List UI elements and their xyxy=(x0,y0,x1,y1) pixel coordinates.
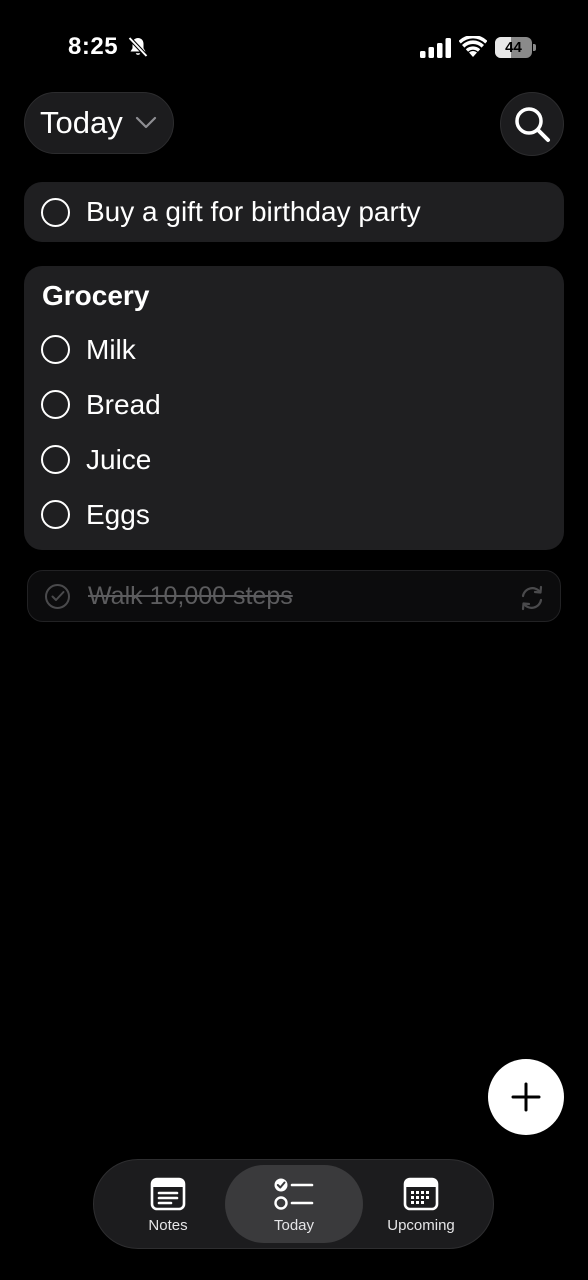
battery-body: 44 xyxy=(495,37,532,58)
task-checkbox[interactable] xyxy=(41,500,70,529)
plus-icon xyxy=(511,1082,541,1112)
status-bar: 8:25 44 xyxy=(0,0,588,92)
list-item[interactable]: Eggs xyxy=(24,487,564,542)
add-task-button[interactable] xyxy=(488,1059,564,1135)
task-text: Milk xyxy=(86,333,136,365)
list-item[interactable]: Bread xyxy=(24,377,564,432)
task-row[interactable]: Buy a gift for birthday party xyxy=(24,182,564,242)
tab-notes-label: Notes xyxy=(148,1217,188,1234)
task-group-card: Grocery Milk Bread Juice Eggs xyxy=(24,266,564,550)
task-checkbox[interactable] xyxy=(41,390,70,419)
tab-upcoming[interactable]: Upcoming xyxy=(366,1165,476,1243)
battery-level: 44 xyxy=(505,39,522,56)
task-checkbox[interactable] xyxy=(41,335,70,364)
cellular-signal-icon xyxy=(420,38,451,58)
tab-upcoming-label: Upcoming xyxy=(387,1217,455,1234)
list-item[interactable]: Juice xyxy=(24,432,564,487)
tab-today-label: Today xyxy=(273,1217,315,1234)
chevron-down-icon xyxy=(135,116,156,129)
task-text: Eggs xyxy=(86,498,150,530)
checklist-icon xyxy=(274,1178,314,1210)
calendar-icon xyxy=(403,1177,439,1211)
repeat-icon xyxy=(521,585,543,611)
checkmark-icon xyxy=(51,591,64,601)
task-text: Buy a gift for birthday party xyxy=(86,196,421,227)
task-checkbox[interactable] xyxy=(41,445,70,474)
task-text: Bread xyxy=(86,388,161,420)
group-title[interactable]: Grocery xyxy=(24,278,564,322)
task-checkbox[interactable] xyxy=(41,197,70,227)
battery-nub xyxy=(533,44,536,51)
task-card: Buy a gift for birthday party xyxy=(24,182,564,242)
bell-muted-icon xyxy=(128,36,148,58)
view-selector-button[interactable]: Today xyxy=(24,92,174,154)
tab-bar: Notes Today Upcoming xyxy=(93,1159,494,1249)
search-button[interactable] xyxy=(500,92,564,156)
completed-task-text: Walk 10,000 steps xyxy=(88,581,293,610)
list-item[interactable]: Milk xyxy=(24,322,564,377)
wifi-icon xyxy=(459,36,487,57)
tab-notes[interactable]: Notes xyxy=(114,1165,222,1243)
status-time: 8:25 xyxy=(68,33,119,60)
completed-checkbox[interactable] xyxy=(45,583,70,609)
completed-task-row[interactable]: Walk 10,000 steps xyxy=(27,570,561,622)
battery-indicator: 44 xyxy=(495,37,537,58)
view-selector-label: Today xyxy=(40,105,123,140)
tab-today[interactable]: Today xyxy=(225,1165,363,1243)
task-text: Juice xyxy=(86,443,152,475)
search-icon xyxy=(515,107,550,142)
notes-icon xyxy=(150,1177,186,1211)
